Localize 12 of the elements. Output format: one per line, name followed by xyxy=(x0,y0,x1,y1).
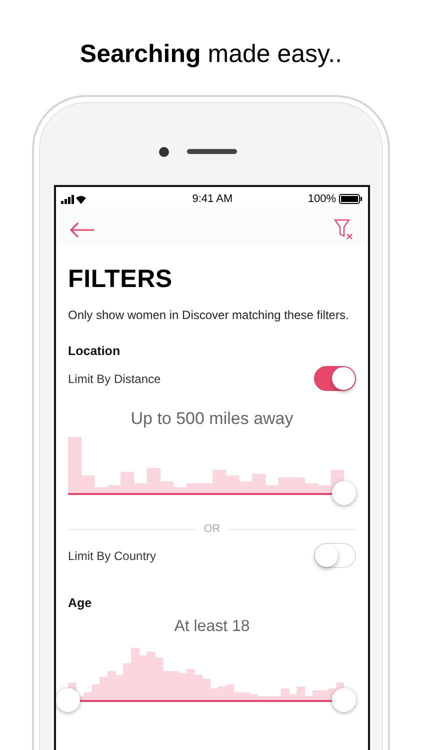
toggle-label: Limit By Country xyxy=(68,548,156,562)
headline: Searching made easy.. xyxy=(78,39,344,70)
section-heading: Location xyxy=(68,344,122,358)
toggle-label: Limit By Distance xyxy=(68,372,161,386)
or-divider-label: OR xyxy=(204,523,220,535)
page-title: FILTERS xyxy=(68,265,174,294)
status-time: 9:41 AM xyxy=(192,193,233,205)
section-heading: Age xyxy=(68,596,93,610)
distance-reading: Up to 500 miles away xyxy=(130,409,294,429)
subtitle: Only show women in Discover matching these filters. xyxy=(68,308,350,322)
battery-percent: 100% xyxy=(308,193,336,205)
age-reading: At least 18 xyxy=(173,618,251,636)
